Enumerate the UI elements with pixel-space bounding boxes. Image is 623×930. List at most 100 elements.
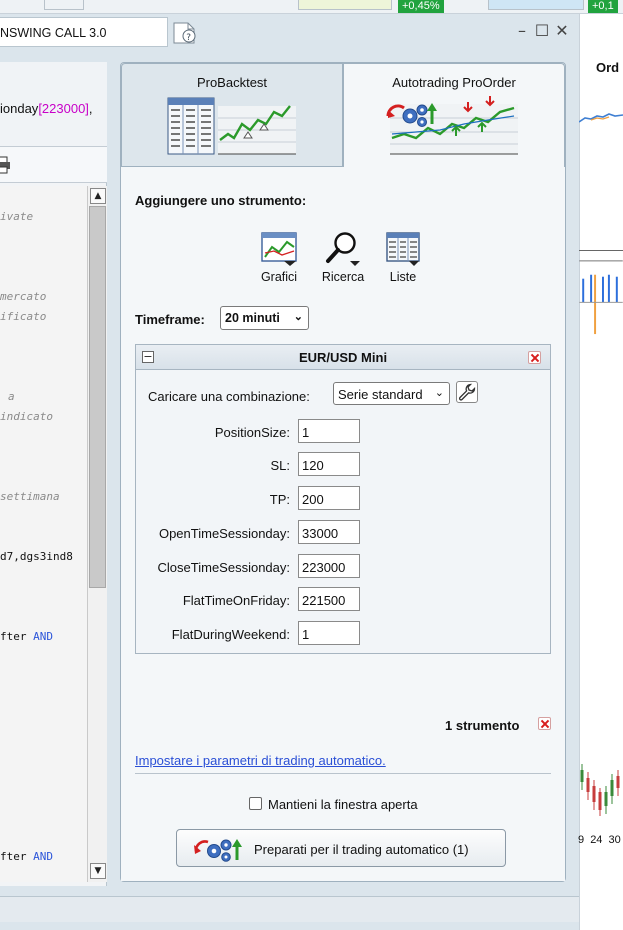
timeframe-value: 20 minuti	[225, 311, 280, 325]
code-text: fter	[0, 850, 34, 863]
timeframe-select[interactable]: 20 minuti ⌄	[220, 306, 309, 330]
svg-text:?: ?	[186, 33, 191, 43]
code-call-line: ionday[223000],	[0, 101, 93, 116]
code-text: fter	[0, 630, 34, 643]
autotrading-settings-link[interactable]: Impostare i parametri di trading automat…	[135, 753, 386, 768]
keep-window-open-option[interactable]: Mantieni la finestra aperta	[249, 796, 439, 814]
change-badge-right: +0,1	[588, 0, 618, 13]
prepare-autotrading-button[interactable]: Preparati per il trading automatico (1)	[176, 829, 506, 867]
editor-scrollbar[interactable]: ▲ ▼	[87, 186, 107, 882]
code-number: [223000]	[38, 101, 89, 116]
remove-instrument-icon[interactable]	[528, 351, 541, 364]
param-input-flattimeonfriday[interactable]: 221500	[298, 587, 360, 611]
tool-label: Liste	[389, 270, 417, 284]
chevron-down-icon: ⌄	[293, 311, 303, 323]
maximize-icon[interactable]: ☐	[534, 22, 550, 40]
tool-label: Grafici	[260, 270, 298, 284]
param-label-closetimesessionday: CloseTimeSessionday:	[157, 560, 290, 575]
chart-icon	[261, 232, 297, 266]
combination-value: Serie standard	[338, 387, 423, 402]
prepare-button-label: Preparati per il trading automatico (1)	[254, 842, 469, 857]
help-icon[interactable]: ?	[171, 21, 199, 45]
code-comment-line: indicato	[0, 410, 53, 423]
top-price-box-right	[488, 0, 584, 10]
instrument-panel: − EUR/USD Mini Caricare una combinazione…	[135, 344, 551, 654]
instrument-count: 1 strumento	[445, 718, 520, 733]
param-input-opentimesessionday[interactable]: 33000	[298, 520, 360, 544]
volume-bars-fragment	[579, 250, 623, 335]
minimize-icon[interactable]: –	[514, 22, 530, 40]
autotrading-panel-body: Aggiungere uno strumento: Grafici Ricerc…	[121, 167, 565, 881]
tab-label: ProBacktest	[196, 75, 268, 90]
instrument-header: − EUR/USD Mini	[136, 345, 550, 370]
code-text: ,	[88, 101, 93, 116]
code-keyword: AND	[33, 850, 53, 863]
param-input-tp[interactable]: 200	[298, 486, 360, 510]
code-comment-line: ivate	[0, 210, 34, 223]
code-editor-text[interactable]: ivate mercato ificato a indicato settima…	[0, 186, 87, 882]
day-label: 30	[608, 834, 621, 846]
background-top-strip: +0,45% +0,1	[0, 0, 623, 14]
close-icon[interactable]: ✕	[554, 22, 570, 40]
param-input-positionsize[interactable]: 1	[298, 419, 360, 443]
proorder-panel: ProBacktest Autotrading ProOrder Aggiung…	[120, 62, 566, 882]
param-label-sl: SL:	[270, 458, 290, 473]
code-line: d7,dgs3ind8	[0, 550, 73, 563]
top-toolbar-box	[44, 0, 84, 10]
code-keyword: AND	[33, 630, 53, 643]
add-from-lists-button[interactable]: Liste	[373, 231, 433, 284]
chart-day-labels: 9 24 30	[578, 834, 623, 846]
window-title-text: NSWING CALL 3.0	[0, 26, 107, 40]
day-label: 9	[578, 834, 585, 846]
autotrading-gears-icon	[194, 839, 242, 862]
editor-window-title[interactable]: NSWING CALL 3.0	[0, 17, 168, 47]
param-label-tp: TP:	[269, 492, 290, 507]
top-price-box	[298, 0, 392, 10]
wrench-icon	[458, 383, 476, 401]
orders-header: Ord	[596, 60, 620, 75]
tab-autotrading-proorder[interactable]: Autotrading ProOrder	[343, 63, 565, 168]
edit-combination-button[interactable]	[456, 381, 478, 403]
param-input-closetimesessionday[interactable]: 223000	[298, 554, 360, 578]
param-label-flatduringweekend: FlatDuringWeekend:	[171, 627, 290, 642]
combination-label: Caricare una combinazione:	[148, 389, 310, 404]
backtest-icon	[167, 97, 296, 155]
magnifier-icon	[326, 232, 360, 266]
code-line: fter AND	[0, 630, 53, 643]
code-line: fter AND	[0, 850, 53, 863]
list-icon	[386, 232, 420, 266]
param-input-flatduringweekend[interactable]: 1	[298, 621, 360, 645]
remove-all-instruments-icon[interactable]	[538, 717, 551, 730]
param-label-opentimesessionday: OpenTimeSessionday:	[158, 526, 290, 541]
code-comment-line: a	[8, 390, 15, 403]
change-badge: +0,45%	[398, 0, 444, 13]
timeframe-label: Timeframe:	[135, 312, 205, 327]
window-controls: – ☐ ✕	[514, 22, 576, 42]
add-from-charts-button[interactable]: Grafici	[249, 231, 309, 284]
param-label-flattimeonfriday: FlatTimeOnFriday:	[182, 593, 290, 608]
chevron-down-icon: ⌄	[434, 387, 444, 399]
combination-select[interactable]: Serie standard ⌄	[333, 382, 450, 405]
tab-probacktest[interactable]: ProBacktest	[121, 63, 343, 167]
tab-label: Autotrading ProOrder	[392, 75, 516, 90]
instrument-name: EUR/USD Mini	[298, 350, 388, 365]
scroll-up-icon[interactable]: ▲	[90, 188, 106, 204]
code-comment-line: mercato	[0, 290, 47, 303]
code-comment-line: ificato	[0, 310, 47, 323]
price-line-fragment	[579, 113, 623, 123]
background-bottom-strip	[0, 896, 579, 922]
print-icon[interactable]	[0, 156, 12, 174]
scrollbar-thumb[interactable]	[89, 206, 106, 588]
param-input-sl[interactable]: 120	[298, 452, 360, 476]
keep-window-open-label: Mantieni la finestra aperta	[268, 797, 418, 812]
code-comment-line: settimana	[0, 490, 60, 503]
tool-label: Ricerca	[321, 270, 365, 284]
keep-window-open-checkbox[interactable]	[249, 797, 262, 810]
add-from-search-button[interactable]: Ricerca	[313, 231, 373, 284]
param-label-positionsize: PositionSize:	[214, 425, 290, 440]
add-instrument-label: Aggiungere uno strumento:	[135, 193, 307, 208]
day-label: 24	[590, 834, 603, 846]
code-editor-toolbar	[0, 147, 107, 183]
divider	[135, 773, 551, 774]
scroll-down-icon[interactable]: ▼	[90, 863, 106, 879]
